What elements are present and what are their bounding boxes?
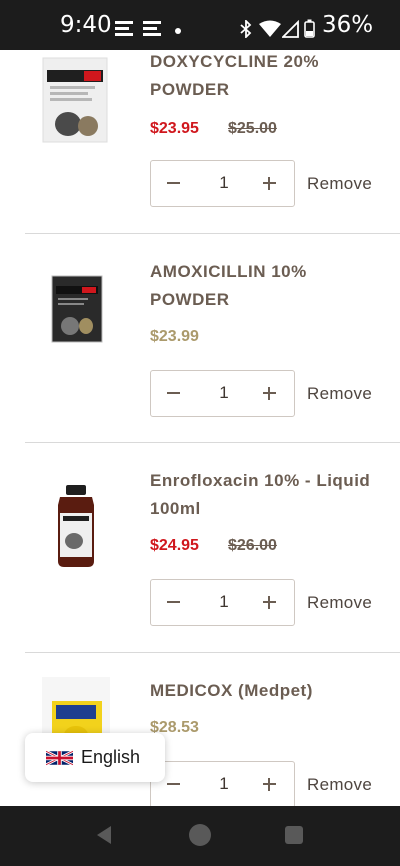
decrease-quantity-button[interactable] xyxy=(163,381,187,405)
back-icon[interactable] xyxy=(93,824,115,846)
product-name[interactable]: Enrofloxacin 10% - Liquid 100ml xyxy=(150,467,380,523)
language-label[interactable]: English xyxy=(81,747,140,768)
quantity-value[interactable]: 1 xyxy=(199,774,249,794)
remove-button[interactable]: Remove xyxy=(307,593,372,613)
original-price: $25.00 xyxy=(228,120,277,137)
increase-quantity-button[interactable] xyxy=(258,772,282,796)
cart-item: MEDICOX (Medpet) $28.53 1 Remove xyxy=(0,653,400,806)
wifi-icon xyxy=(259,20,281,37)
uk-flag-icon xyxy=(46,750,73,766)
cellular-signal-icon xyxy=(282,20,299,38)
product-image[interactable] xyxy=(38,483,114,571)
product-name-line[interactable]: 100ml xyxy=(150,495,380,523)
quantity-value[interactable]: 1 xyxy=(199,592,249,612)
product-name[interactable]: MEDICOX (Medpet) xyxy=(150,677,380,705)
product-name[interactable]: DOXYCYCLINE 20% POWDER xyxy=(150,50,380,104)
battery-percent: 36% xyxy=(322,12,374,38)
product-image[interactable] xyxy=(38,274,114,362)
product-name-line[interactable]: MEDICOX (Medpet) xyxy=(150,677,380,705)
quantity-stepper: 1 xyxy=(150,579,295,626)
remove-button[interactable]: Remove xyxy=(307,775,372,795)
decrease-quantity-button[interactable] xyxy=(163,772,187,796)
product-name-line[interactable]: AMOXICILLIN 10% xyxy=(150,258,380,286)
increase-quantity-button[interactable] xyxy=(258,171,282,195)
quantity-stepper: 1 xyxy=(150,370,295,417)
increase-quantity-button[interactable] xyxy=(258,590,282,614)
quantity-value[interactable]: 1 xyxy=(199,173,249,193)
sale-price: $23.95 xyxy=(150,120,199,137)
battery-icon xyxy=(304,19,315,38)
recents-icon[interactable] xyxy=(285,826,303,844)
decrease-quantity-button[interactable] xyxy=(163,590,187,614)
cart-item: AMOXICILLIN 10% POWDER $23.99 1 Remove xyxy=(0,234,400,443)
remove-button[interactable]: Remove xyxy=(307,384,372,404)
product-name-line[interactable]: Enrofloxacin 10% - Liquid xyxy=(150,467,380,495)
status-time: 9:40 xyxy=(60,12,112,38)
quantity-stepper: 1 xyxy=(150,160,295,207)
product-image[interactable] xyxy=(38,56,114,144)
status-bar: 9:40 36% xyxy=(0,0,400,50)
increase-quantity-button[interactable] xyxy=(258,381,282,405)
remove-button[interactable]: Remove xyxy=(307,174,372,194)
navigation-bar xyxy=(0,806,400,866)
cart-list[interactable]: DOXYCYCLINE 20% POWDER $23.95 $25.00 1 R… xyxy=(0,50,400,806)
email-icon xyxy=(143,21,161,36)
notification-dot-icon xyxy=(175,28,181,34)
product-name[interactable]: AMOXICILLIN 10% POWDER xyxy=(150,258,380,314)
product-name-line[interactable]: POWDER xyxy=(150,286,380,314)
email-icon xyxy=(115,21,133,36)
sale-price: $24.95 xyxy=(150,537,199,554)
quantity-stepper: 1 xyxy=(150,761,295,806)
cart-item: DOXYCYCLINE 20% POWDER $23.95 $25.00 1 R… xyxy=(0,50,400,233)
product-name-line[interactable]: POWDER xyxy=(150,76,380,104)
bluetooth-icon xyxy=(240,20,252,38)
product-name-line[interactable]: DOXYCYCLINE 20% xyxy=(150,50,380,76)
original-price: $26.00 xyxy=(228,537,277,554)
price: $23.99 xyxy=(150,328,199,345)
decrease-quantity-button[interactable] xyxy=(163,171,187,195)
cart-item: Enrofloxacin 10% - Liquid 100ml $24.95 $… xyxy=(0,443,400,653)
home-icon[interactable] xyxy=(189,824,211,846)
language-selector[interactable]: English xyxy=(25,733,165,782)
quantity-value[interactable]: 1 xyxy=(199,383,249,403)
